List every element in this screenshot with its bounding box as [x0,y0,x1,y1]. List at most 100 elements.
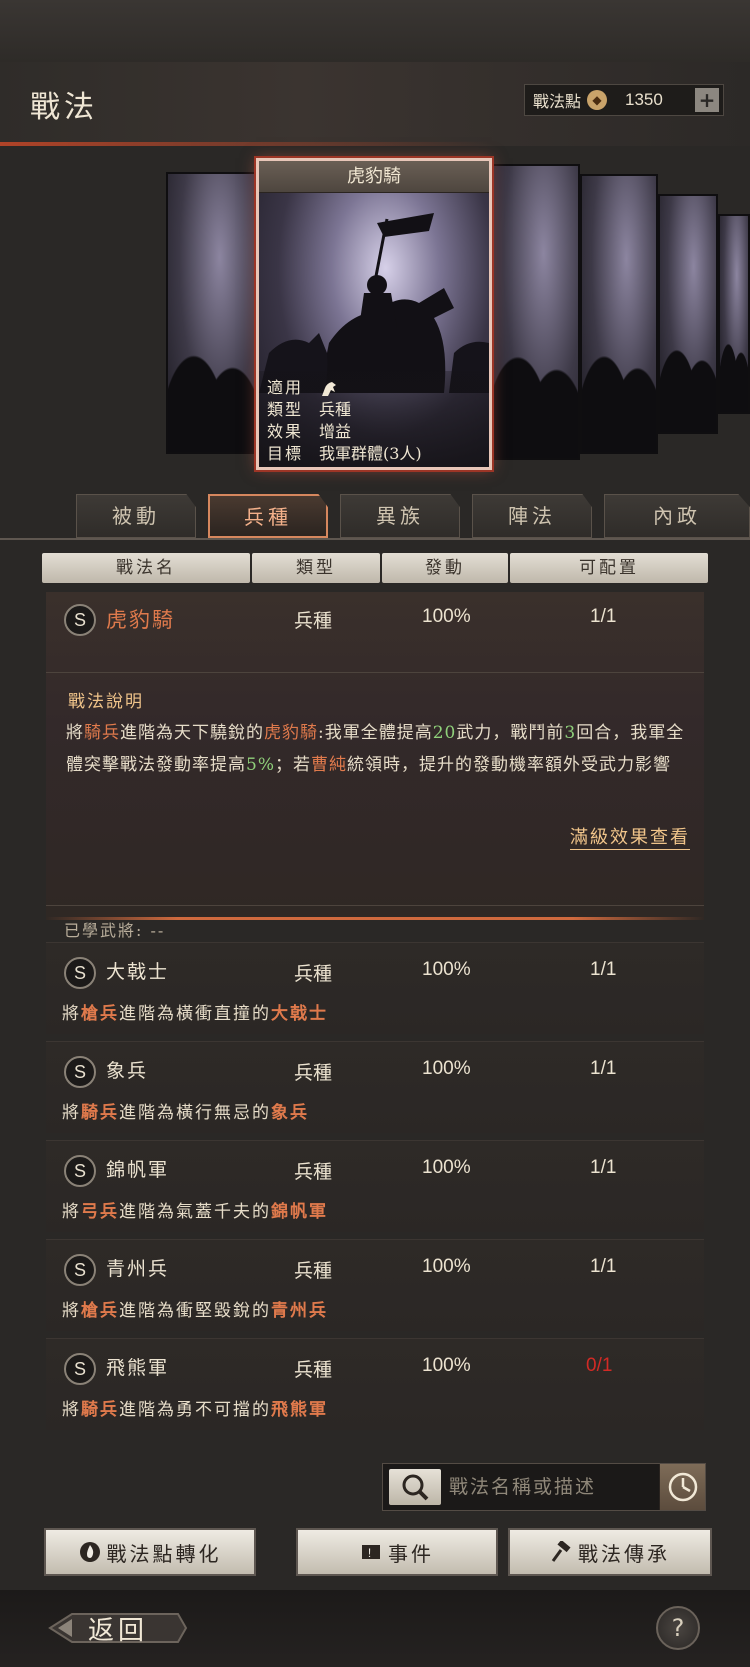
col-name[interactable]: 戰法名 [42,553,250,583]
top-band [0,0,750,62]
convert-label: 戰法點轉化 [106,1541,222,1566]
full-effect-link[interactable]: 滿級效果查看 [570,823,690,850]
divider [46,905,704,906]
tab-foreign[interactable]: 異族 [340,494,460,538]
search-icon [402,1474,429,1501]
tactic-name: 大戟士 [106,961,170,983]
search-bar [382,1463,706,1511]
card-name: 虎豹騎 [259,161,489,193]
tactic-slots: 1/1 [590,1058,617,1079]
selected-tactic-row[interactable]: S 虎豹騎 兵種 100% 1/1 戰法說明 將騎兵進階為天下驍銳的虎豹騎:我軍… [46,592,704,940]
tactic-points-display: 戰法點 ◆ 1350 + [524,84,724,116]
tab-divider [0,538,750,540]
tactic-rate: 100% [422,959,471,980]
card-right-3[interactable] [658,194,718,434]
list-item[interactable]: S 錦帆軍 兵種 100% 1/1 將弓兵進階為氣蓋千夫的錦帆軍 [46,1140,704,1232]
tab-troop[interactable]: 兵種 [208,494,328,538]
description-title: 戰法說明 [68,692,144,712]
card-info-row: 類型 兵種 [267,399,481,421]
points-label: 戰法點 [533,92,582,111]
tactic-name: 錦帆軍 [106,1159,170,1181]
col-type[interactable]: 類型 [252,553,380,583]
tactic-name: 青州兵 [106,1258,170,1280]
card-right-1[interactable] [490,164,580,460]
tactic-slots: 0/1 [586,1355,613,1376]
rank-badge: S [64,1155,96,1187]
info-value: 我軍群體(3人) [319,444,422,463]
cavalry-icon [319,377,339,399]
search-button[interactable] [389,1469,441,1505]
tactic-card-carousel[interactable]: 虎豹騎 適用 類型 兵種 效果 增益 目標 我軍群體(3人) [0,150,750,480]
tactic-type: 兵種 [294,1161,333,1183]
list-item[interactable]: S 青州兵 兵種 100% 1/1 將槍兵進階為衝堅毀銳的青州兵 [46,1239,704,1331]
search-input[interactable] [449,1468,639,1506]
hammer-icon [551,1541,571,1562]
info-key: 目標 [267,444,304,463]
event-button[interactable]: ! 事件 [296,1528,498,1576]
info-key: 適用 [267,378,304,397]
col-slots[interactable]: 可配置 [510,553,708,583]
card-right-2[interactable] [580,174,658,454]
tactic-slots: 1/1 [590,606,617,627]
rank-badge: S [64,604,96,636]
tactic-description: 戰法說明 將騎兵進階為天下驍銳的虎豹騎:我軍全體提高20武力，戰鬥前3回合，我軍… [46,672,704,940]
list-item[interactable]: S 飛熊軍 兵種 100% 0/1 將騎兵進階為勇不可擋的飛熊軍 [46,1338,704,1430]
convert-points-button[interactable]: 戰法點轉化 [44,1528,256,1576]
page-title: 戰法 [30,90,98,125]
learned-generals: 已學武將: -- [64,921,166,940]
selected-tactic-card[interactable]: 虎豹騎 適用 類型 兵種 效果 增益 目標 我軍群體(3人) [256,158,492,470]
rank-badge: S [64,1056,96,1088]
tactic-rate: 100% [422,1058,471,1079]
card-info: 適用 類型 兵種 效果 增益 目標 我軍群體(3人) [259,371,489,467]
tactic-name: 飛熊軍 [106,1357,170,1379]
tab-domestic[interactable]: 內政 [604,494,750,538]
category-tabs: 被動 兵種 異族 陣法 內政 [0,494,750,540]
tab-passive[interactable]: 被動 [76,494,196,538]
list-item[interactable]: S 象兵 兵種 100% 1/1 將騎兵進階為橫行無忌的象兵 [46,1041,704,1133]
cavalry-artwork [259,213,489,393]
tactic-type: 兵種 [294,1359,333,1381]
info-key: 效果 [267,422,304,441]
tactic-type: 兵種 [294,610,333,632]
back-button[interactable]: 返回 [48,1606,188,1650]
card-info-row: 效果 增益 [267,421,481,443]
tactic-rate: 100% [422,1355,471,1376]
tactic-slots: 1/1 [590,1157,617,1178]
tactic-slots: 1/1 [590,1256,617,1277]
tactic-slots: 1/1 [590,959,617,980]
back-label: 返回 [88,1616,149,1646]
history-button[interactable] [659,1464,705,1510]
info-key: 類型 [267,400,304,419]
tactic-rate: 100% [422,1157,471,1178]
tactic-type: 兵種 [294,1062,333,1084]
tactic-name: 虎豹騎 [106,608,175,632]
points-coin-icon: ◆ [587,90,608,110]
tactic-summary: 將弓兵進階為氣蓋千夫的錦帆軍 [62,1202,328,1222]
tactic-summary: 將騎兵進階為橫行無忌的象兵 [62,1103,309,1123]
info-value: 增益 [319,422,352,441]
tactic-summary: 將槍兵進階為橫衝直撞的大戟士 [62,1004,328,1024]
tactic-rate: 100% [422,606,471,627]
card-info-row: 目標 我軍群體(3人) [267,443,481,465]
clock-icon [668,1472,698,1502]
card-info-row: 適用 [267,377,481,399]
flame-icon [79,1542,100,1562]
points-value: 1350 [625,90,663,109]
rank-badge: S [64,1254,96,1286]
tactic-name: 象兵 [106,1060,149,1082]
tab-formation[interactable]: 陣法 [472,494,592,538]
card-left[interactable] [166,172,256,454]
list-item[interactable]: S 大戟士 兵種 100% 1/1 將槍兵進階為橫衝直撞的大戟士 [46,942,704,1034]
rank-badge: S [64,1353,96,1385]
rank-badge: S [64,957,96,989]
tactic-summary: 將騎兵進階為勇不可擋的飛熊軍 [62,1400,328,1420]
tactic-type: 兵種 [294,1260,333,1282]
add-points-button[interactable]: + [695,88,719,112]
info-value: 兵種 [319,400,352,419]
help-button[interactable]: ? [656,1606,700,1650]
col-rate[interactable]: 發動 [382,553,508,583]
tactic-type: 兵種 [294,963,333,985]
footer: 返回 ? [0,1590,750,1667]
inherit-button[interactable]: 戰法傳承 [508,1528,712,1576]
card-right-4[interactable] [718,214,750,414]
